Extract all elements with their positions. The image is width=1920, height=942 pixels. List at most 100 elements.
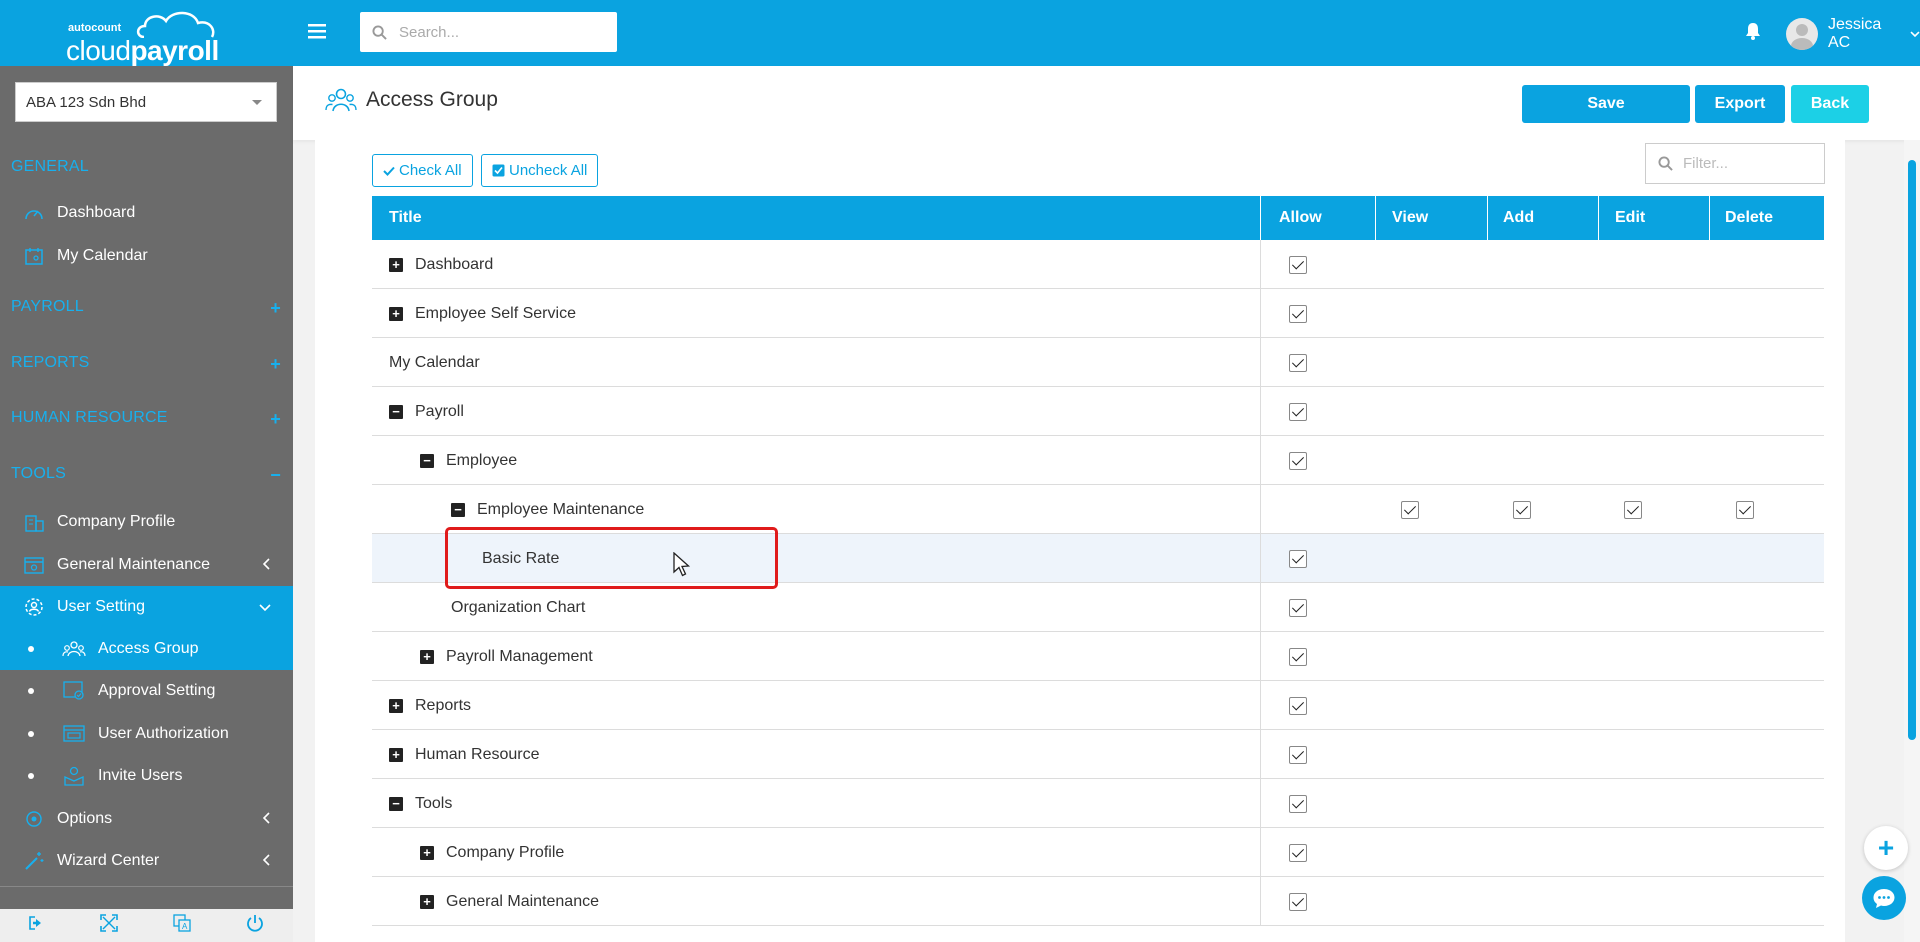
bullet bbox=[28, 773, 34, 779]
allow-checkbox[interactable] bbox=[1289, 550, 1307, 568]
filter-input[interactable] bbox=[1683, 155, 1813, 172]
view-checkbox[interactable] bbox=[1401, 501, 1419, 519]
section-general[interactable]: GENERAL bbox=[11, 158, 281, 176]
chat-button[interactable] bbox=[1862, 876, 1906, 920]
add-checkbox[interactable] bbox=[1513, 501, 1531, 519]
section-human-resource[interactable]: HUMAN RESOURCE + bbox=[11, 409, 281, 429]
company-select[interactable]: ABA 123 Sdn Bhd bbox=[15, 82, 277, 122]
sidebar-item-approval-setting[interactable]: Approval Setting bbox=[0, 670, 293, 712]
allow-checkbox[interactable] bbox=[1289, 746, 1307, 764]
column-add[interactable]: Add bbox=[1503, 196, 1534, 240]
column-divider bbox=[1598, 196, 1599, 240]
sidebar-item-access-group[interactable]: Access Group bbox=[0, 628, 293, 670]
expand-plus-icon[interactable]: + bbox=[389, 306, 403, 321]
column-edit[interactable]: Edit bbox=[1615, 196, 1645, 240]
expand-plus-icon[interactable]: + bbox=[420, 845, 434, 860]
allow-checkbox[interactable] bbox=[1289, 599, 1307, 617]
column-allow[interactable]: Allow bbox=[1279, 196, 1322, 240]
sidebar-item-options[interactable]: Options bbox=[0, 798, 293, 840]
allow-checkbox[interactable] bbox=[1289, 648, 1307, 666]
fullscreen-icon[interactable] bbox=[100, 914, 118, 937]
table-row[interactable]: + General Maintenance bbox=[372, 877, 1824, 926]
menu-toggle-icon[interactable] bbox=[308, 22, 328, 42]
expand-plus-icon[interactable]: + bbox=[389, 257, 403, 272]
section-reports[interactable]: REPORTS + bbox=[11, 354, 281, 374]
collapse-minus-icon[interactable]: − bbox=[389, 796, 403, 811]
allow-checkbox[interactable] bbox=[1289, 452, 1307, 470]
table-row[interactable]: My Calendar bbox=[372, 338, 1824, 387]
table-row[interactable]: + Human Resource bbox=[372, 730, 1824, 779]
table-row[interactable]: − Employee Maintenance bbox=[372, 485, 1824, 534]
page-header: Access Group Save Export Back bbox=[293, 66, 1920, 140]
save-button[interactable]: Save bbox=[1522, 85, 1690, 123]
row-title: − Payroll bbox=[389, 387, 464, 436]
row-label: Dashboard bbox=[415, 255, 494, 273]
sidebar-item-invite-users[interactable]: Invite Users bbox=[0, 755, 293, 797]
filter-box[interactable] bbox=[1645, 143, 1825, 184]
collapse-minus-icon[interactable]: − bbox=[389, 404, 403, 419]
table-row[interactable]: − Payroll bbox=[372, 387, 1824, 436]
global-search[interactable] bbox=[360, 12, 617, 52]
check-all-button[interactable]: Check All bbox=[372, 154, 473, 187]
table-row[interactable]: Basic Rate bbox=[372, 534, 1824, 583]
section-payroll[interactable]: PAYROLL + bbox=[11, 298, 281, 318]
sidebar: ABA 123 Sdn Bhd GENERAL Dashboard My Cal… bbox=[0, 66, 293, 942]
allow-checkbox[interactable] bbox=[1289, 697, 1307, 715]
allow-checkbox[interactable] bbox=[1289, 844, 1307, 862]
sidebar-item-company-profile[interactable]: Company Profile bbox=[0, 501, 293, 543]
back-button[interactable]: Back bbox=[1791, 85, 1869, 123]
table-row[interactable]: − Tools bbox=[372, 779, 1824, 828]
delete-checkbox[interactable] bbox=[1736, 501, 1754, 519]
row-title: My Calendar bbox=[389, 338, 480, 387]
user-menu[interactable]: Jessica AC bbox=[1786, 16, 1920, 52]
collapse-minus-icon[interactable]: − bbox=[451, 502, 465, 517]
allow-checkbox[interactable] bbox=[1289, 795, 1307, 813]
expand-plus-icon[interactable]: + bbox=[420, 649, 434, 664]
table-row[interactable]: Organization Chart bbox=[372, 583, 1824, 632]
expand-plus-icon[interactable]: + bbox=[420, 894, 434, 909]
sidebar-item-dashboard[interactable]: Dashboard bbox=[0, 192, 293, 234]
logo-text: cloudpayroll bbox=[66, 35, 219, 66]
table-row[interactable]: + Employee Self Service bbox=[372, 289, 1824, 338]
column-divider bbox=[1260, 436, 1261, 485]
table-row[interactable]: + Reports bbox=[372, 681, 1824, 730]
logout-icon[interactable] bbox=[28, 915, 46, 936]
app-logo[interactable]: autocount cloudpayroll bbox=[66, 8, 226, 66]
expand-plus-icon[interactable]: + bbox=[389, 747, 403, 762]
power-icon[interactable] bbox=[246, 914, 264, 937]
section-tools[interactable]: TOOLS − bbox=[11, 465, 281, 485]
search-icon bbox=[372, 24, 387, 40]
add-fab-button[interactable]: + bbox=[1864, 826, 1908, 870]
allow-checkbox[interactable] bbox=[1289, 893, 1307, 911]
expand-plus-icon[interactable]: + bbox=[389, 698, 403, 713]
search-input[interactable] bbox=[399, 23, 599, 41]
export-button[interactable]: Export bbox=[1695, 85, 1785, 123]
row-label: Payroll Management bbox=[446, 647, 593, 665]
allow-checkbox[interactable] bbox=[1289, 256, 1307, 274]
row-label: Basic Rate bbox=[482, 549, 560, 567]
column-view[interactable]: View bbox=[1392, 196, 1428, 240]
table-row[interactable]: − Employee bbox=[372, 436, 1824, 485]
sidebar-item-wizard-center[interactable]: Wizard Center bbox=[0, 840, 293, 882]
column-divider bbox=[1260, 289, 1261, 338]
allow-checkbox[interactable] bbox=[1289, 403, 1307, 421]
sidebar-item-general-maintenance[interactable]: General Maintenance bbox=[0, 544, 293, 586]
notification-bell-icon[interactable] bbox=[1745, 22, 1761, 45]
column-delete[interactable]: Delete bbox=[1725, 196, 1773, 240]
table-row[interactable]: + Payroll Management bbox=[372, 632, 1824, 681]
column-divider bbox=[1709, 196, 1710, 240]
row-title: + Dashboard bbox=[389, 240, 493, 289]
edit-checkbox[interactable] bbox=[1624, 501, 1642, 519]
scrollbar-thumb[interactable] bbox=[1908, 160, 1916, 740]
sidebar-item-user-authorization[interactable]: User Authorization bbox=[0, 713, 293, 755]
sidebar-item-user-setting[interactable]: User Setting bbox=[0, 586, 293, 628]
table-row[interactable]: + Dashboard bbox=[372, 240, 1824, 289]
language-icon[interactable]: A bbox=[173, 914, 191, 937]
column-title[interactable]: Title bbox=[389, 196, 422, 240]
allow-checkbox[interactable] bbox=[1289, 354, 1307, 372]
collapse-minus-icon[interactable]: − bbox=[420, 453, 434, 468]
table-row[interactable]: + Company Profile bbox=[372, 828, 1824, 877]
allow-checkbox[interactable] bbox=[1289, 305, 1307, 323]
uncheck-all-button[interactable]: Uncheck All bbox=[481, 154, 599, 187]
sidebar-item-my-calendar[interactable]: My Calendar bbox=[0, 235, 293, 277]
